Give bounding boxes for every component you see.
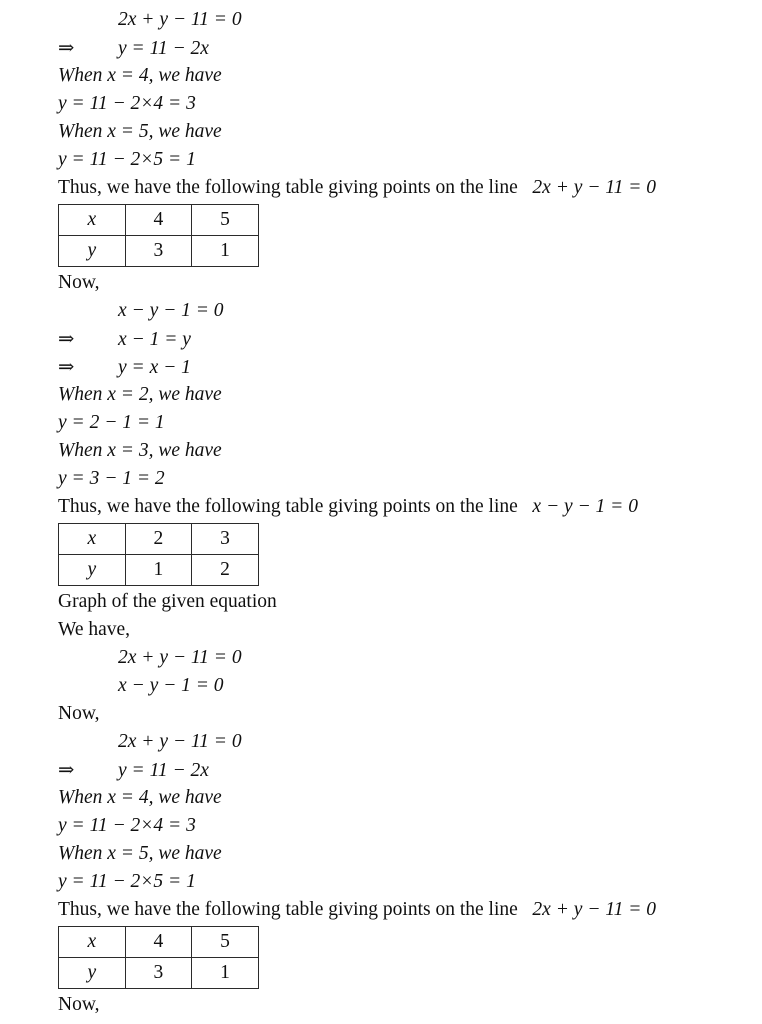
cell-value: 4 — [124, 926, 193, 958]
equation-text: x − y − 1 = 0 — [118, 675, 224, 696]
row-label: x — [58, 204, 126, 236]
table-row: x 4 5 — [58, 204, 259, 236]
equation-text: y = x − 1 — [118, 357, 191, 378]
now-label: Now, — [0, 991, 762, 1019]
now-text: Now, — [58, 994, 100, 1015]
equation-text: y = 11 − 2×5 = 1 — [58, 149, 196, 170]
now-label: Now, — [0, 700, 762, 728]
equation-text: y = 11 − 2×4 = 3 — [58, 93, 196, 114]
equation-text: y = 11 − 2x — [118, 38, 209, 59]
equation-text: y = 2 − 1 = 1 — [58, 412, 165, 433]
graph-heading-text: Graph of the given equation — [58, 591, 277, 612]
we-have-text: We have, — [58, 619, 131, 640]
cell-value: 1 — [191, 957, 259, 989]
cell-value: 4 — [124, 204, 193, 236]
equation-line: x − y − 1 = 0 — [0, 297, 762, 325]
table-row: y 1 2 — [58, 554, 259, 586]
equation-line: 2x + y − 11 = 0 — [0, 644, 762, 672]
thus-equation: x − y − 1 = 0 — [532, 496, 638, 517]
implication-line: ⇒ y = x − 1 — [0, 353, 762, 381]
value-line: y = 11 − 2×4 = 3 — [0, 90, 762, 118]
now-label: Now, — [0, 269, 762, 297]
equation-text: y = 11 − 2×5 = 1 — [58, 871, 196, 892]
implies-icon: ⇒ — [58, 758, 75, 781]
when-text: When x = 3, we have — [58, 440, 222, 461]
xy-table-3: x 4 5 y 3 1 — [58, 926, 259, 989]
cell-value: 1 — [191, 235, 259, 267]
when-text: When x = 2, we have — [58, 384, 222, 405]
thus-statement: Thus, we have the following table giving… — [0, 174, 762, 202]
thus-statement: Thus, we have the following table giving… — [0, 896, 762, 924]
cell-value: 3 — [191, 523, 259, 555]
xy-table-1: x 4 5 y 3 1 — [58, 204, 259, 267]
thus-text: Thus, we have the following table giving… — [58, 177, 518, 198]
thus-equation: 2x + y − 11 = 0 — [532, 899, 657, 920]
when-text: When x = 4, we have — [58, 787, 222, 808]
value-line: y = 2 − 1 = 1 — [0, 409, 762, 437]
implies-icon: ⇒ — [58, 327, 75, 350]
thus-text: Thus, we have the following table giving… — [58, 496, 518, 517]
implies-icon: ⇒ — [58, 355, 75, 378]
xy-table-2: x 2 3 y 1 2 — [58, 523, 259, 586]
row-label: x — [58, 523, 126, 555]
row-label: y — [58, 957, 126, 989]
equation-line: x − y − 1 = 0 — [0, 672, 762, 700]
table-row: x 2 3 — [58, 523, 259, 555]
row-label: y — [58, 554, 126, 586]
cell-value: 3 — [124, 957, 193, 989]
value-line: y = 11 − 2×5 = 1 — [0, 868, 762, 896]
equation-line: 2x + y − 11 = 0 — [0, 6, 762, 34]
value-line: y = 3 − 1 = 2 — [0, 465, 762, 493]
graph-heading: Graph of the given equation — [0, 588, 762, 616]
when-statement: When x = 4, we have — [0, 62, 762, 90]
we-have-label: We have, — [0, 616, 762, 644]
value-line: y = 11 − 2×4 = 3 — [0, 812, 762, 840]
implication-line: ⇒ y = 11 − 2x — [0, 34, 762, 62]
table-row: y 3 1 — [58, 957, 259, 989]
when-text: When x = 5, we have — [58, 121, 222, 142]
cell-value: 5 — [191, 926, 259, 958]
table-row: x 4 5 — [58, 926, 259, 958]
implies-icon: ⇒ — [58, 36, 75, 59]
thus-equation: 2x + y − 11 = 0 — [532, 177, 657, 198]
now-text: Now, — [58, 703, 100, 724]
document-page: 2x + y − 11 = 0 ⇒ y = 11 − 2x When x = 4,… — [0, 0, 762, 1024]
when-statement: When x = 5, we have — [0, 840, 762, 868]
equation-text: y = 11 − 2x — [118, 760, 209, 781]
thus-text: Thus, we have the following table giving… — [58, 899, 518, 920]
cell-value: 1 — [124, 554, 193, 586]
cell-value: 3 — [124, 235, 193, 267]
equation-text: x − 1 = y — [118, 329, 191, 350]
row-label: x — [58, 926, 126, 958]
cell-value: 2 — [124, 523, 193, 555]
thus-statement: Thus, we have the following table giving… — [0, 493, 762, 521]
equation-text: 2x + y − 11 = 0 — [118, 731, 242, 752]
when-statement: When x = 4, we have — [0, 784, 762, 812]
cell-value: 5 — [191, 204, 259, 236]
when-statement: When x = 5, we have — [0, 118, 762, 146]
when-statement: When x = 3, we have — [0, 437, 762, 465]
when-text: When x = 4, we have — [58, 65, 222, 86]
equation-line: 2x + y − 11 = 0 — [0, 728, 762, 756]
when-statement: When x = 2, we have — [0, 381, 762, 409]
now-text: Now, — [58, 272, 100, 293]
implication-line: ⇒ y = 11 − 2x — [0, 756, 762, 784]
row-label: y — [58, 235, 126, 267]
when-text: When x = 5, we have — [58, 843, 222, 864]
implication-line: ⇒ x − 1 = y — [0, 325, 762, 353]
equation-text: x − y − 1 = 0 — [118, 300, 224, 321]
equation-text: 2x + y − 11 = 0 — [118, 647, 242, 668]
table-row: y 3 1 — [58, 235, 259, 267]
equation-text: y = 11 − 2×4 = 3 — [58, 815, 196, 836]
equation-text: 2x + y − 11 = 0 — [118, 9, 242, 30]
cell-value: 2 — [191, 554, 259, 586]
equation-text: y = 3 − 1 = 2 — [58, 468, 165, 489]
value-line: y = 11 − 2×5 = 1 — [0, 146, 762, 174]
